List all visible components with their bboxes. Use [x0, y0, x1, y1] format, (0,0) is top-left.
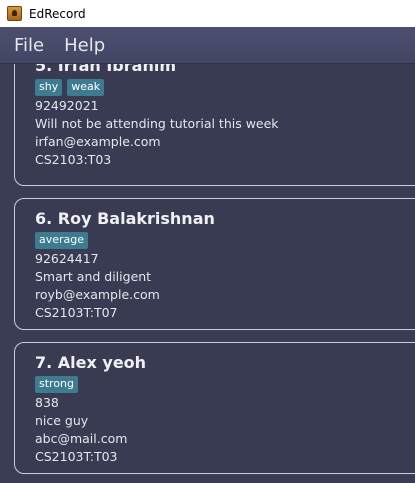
person-email: irfan@example.com: [35, 134, 161, 149]
person-info: Smart and diligent: [35, 269, 152, 284]
person-info: Will not be attending tutorial this week: [35, 116, 279, 131]
person-phone: 92624417: [35, 251, 99, 266]
person-module: CS2103T:T03: [35, 449, 118, 464]
person-email: abc@mail.com: [35, 431, 128, 446]
person-name: 5. Irfan Ibrahim: [35, 64, 176, 75]
person-email: royb@example.com: [35, 287, 160, 302]
menu-file[interactable]: File: [14, 35, 44, 56]
person-module: CS2103:T03: [35, 152, 112, 167]
app-icon: [7, 6, 22, 21]
person-card[interactable]: 5. Irfan Ibrahim shy weak 92492021 Will …: [14, 64, 415, 186]
person-phone: 92492021: [35, 98, 99, 113]
menu-help[interactable]: Help: [64, 35, 105, 56]
title-bar: EdRecord: [0, 0, 415, 27]
window-title: EdRecord: [29, 6, 86, 21]
person-phone: 838: [35, 395, 59, 410]
person-info: nice guy: [35, 413, 89, 428]
person-card[interactable]: 6. Roy Balakrishnan average 92624417 Sma…: [14, 198, 415, 330]
person-module: CS2103T:T07: [35, 305, 118, 320]
tag: weak: [67, 78, 105, 96]
person-list[interactable]: 5. Irfan Ibrahim shy weak 92492021 Will …: [0, 64, 415, 483]
person-name: 6. Roy Balakrishnan: [35, 209, 215, 228]
tag: average: [35, 231, 89, 249]
tag-list: strong: [35, 374, 415, 394]
person-card[interactable]: 7. Alex yeoh strong 838 nice guy abc@mai…: [14, 342, 415, 474]
tag: shy: [35, 78, 63, 96]
tag: strong: [35, 375, 79, 393]
tag-list: shy weak: [35, 77, 415, 97]
tag-list: average: [35, 230, 415, 250]
menu-bar: File Help: [0, 27, 415, 64]
person-name: 7. Alex yeoh: [35, 353, 147, 372]
